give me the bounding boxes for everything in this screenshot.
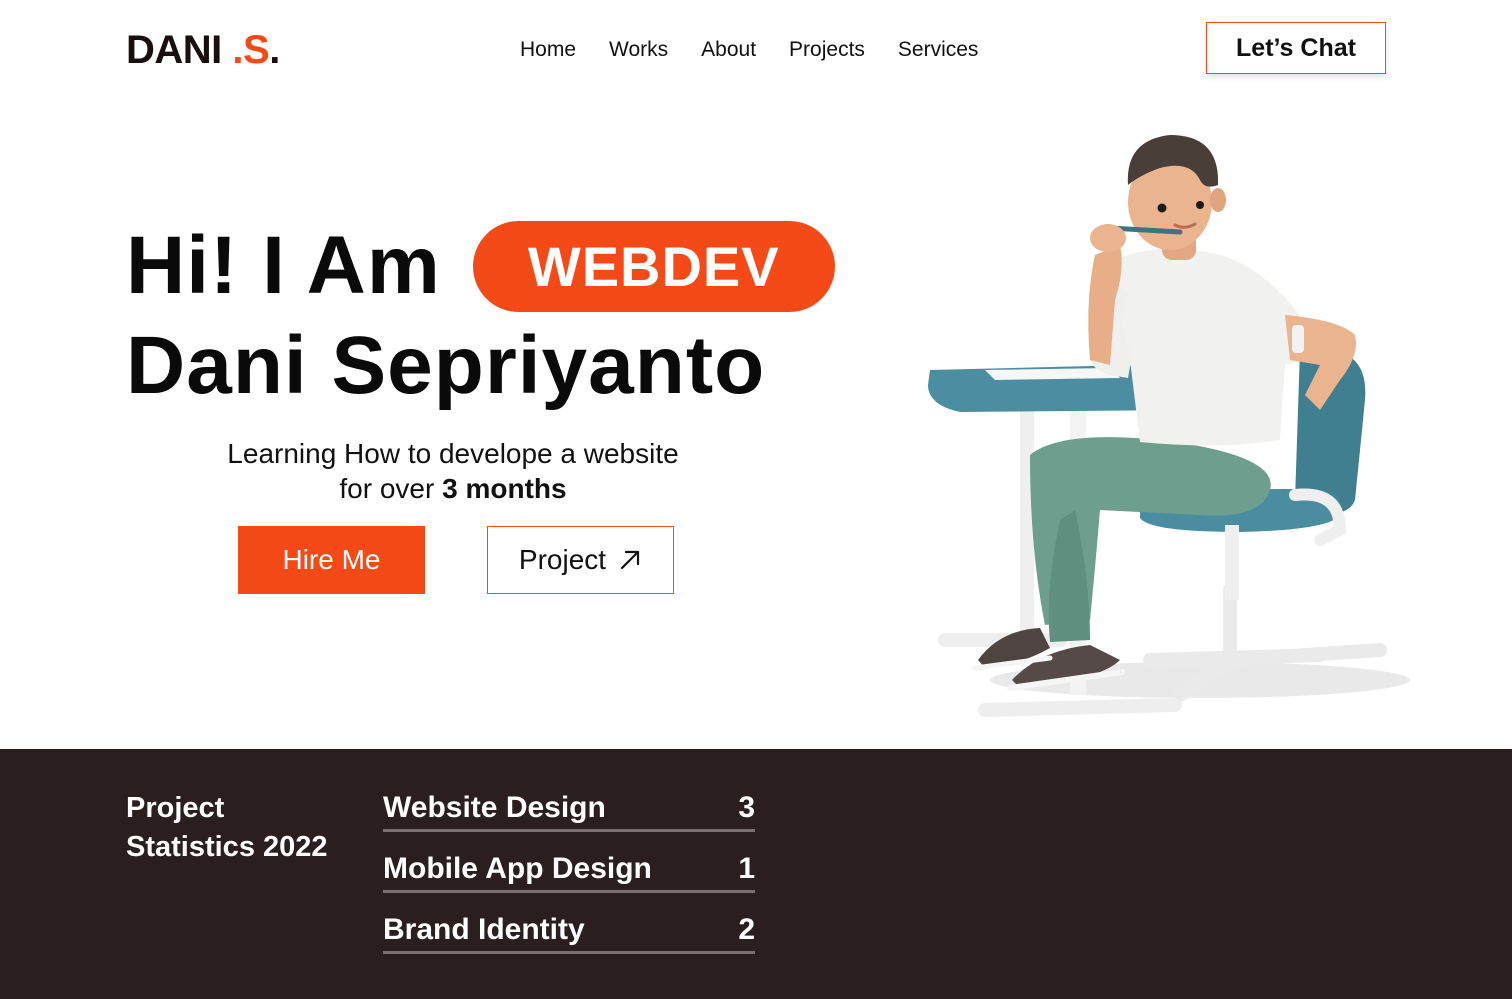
stat-row: Mobile App Design 1: [383, 832, 755, 893]
project-button-label: Project: [518, 544, 607, 575]
tagline-line1: Learning How to develope a website: [227, 438, 679, 469]
stat-value: 1: [738, 852, 755, 885]
stat-row: Website Design 3: [383, 785, 755, 832]
stat-value: 3: [738, 791, 755, 824]
role-badge: WEBDEV: [472, 220, 835, 312]
nav-about[interactable]: About: [701, 38, 756, 62]
person-at-desk-illustration: [900, 120, 1420, 730]
stats-title: Project Statistics 2022: [126, 792, 328, 863]
hero-tagline: Learning How to develope a website for o…: [126, 436, 780, 506]
hero-greeting: Hi! I Am: [126, 220, 441, 311]
tagline-highlight: 3 months: [442, 473, 567, 504]
stat-label: Website Design: [383, 791, 606, 824]
hero-headline: Hi! I Am WEBDEV: [126, 218, 835, 314]
main-nav: Home Works About Projects Services: [520, 38, 978, 62]
stat-label: Brand Identity: [383, 913, 585, 946]
logo-accent: .S: [232, 28, 270, 72]
tagline-prefix: for over: [339, 473, 443, 504]
project-statistics-section: Project Statistics 2022 Website Design 3…: [0, 749, 1512, 999]
nav-works[interactable]: Works: [609, 38, 668, 62]
nav-home[interactable]: Home: [520, 38, 576, 62]
lets-chat-button[interactable]: Let’s Chat: [1206, 22, 1386, 74]
stats-list: Website Design 3 Mobile App Design 1 Bra…: [383, 785, 755, 954]
logo-text: DANI: [126, 28, 233, 72]
project-button[interactable]: Project: [487, 526, 674, 594]
brand-logo[interactable]: DANI .S.: [126, 28, 280, 73]
hero-name: Dani Sepriyanto: [126, 320, 766, 411]
nav-services[interactable]: Services: [898, 38, 979, 62]
hire-me-button[interactable]: Hire Me: [238, 526, 425, 594]
stat-label: Mobile App Design: [383, 852, 652, 885]
stat-value: 2: [738, 913, 755, 946]
arrow-up-right-icon: [618, 548, 642, 572]
stat-row: Brand Identity 2: [383, 893, 755, 954]
logo-dot: .: [269, 28, 280, 72]
tagline-line2: for over 3 months: [126, 471, 780, 506]
nav-projects[interactable]: Projects: [789, 38, 865, 62]
